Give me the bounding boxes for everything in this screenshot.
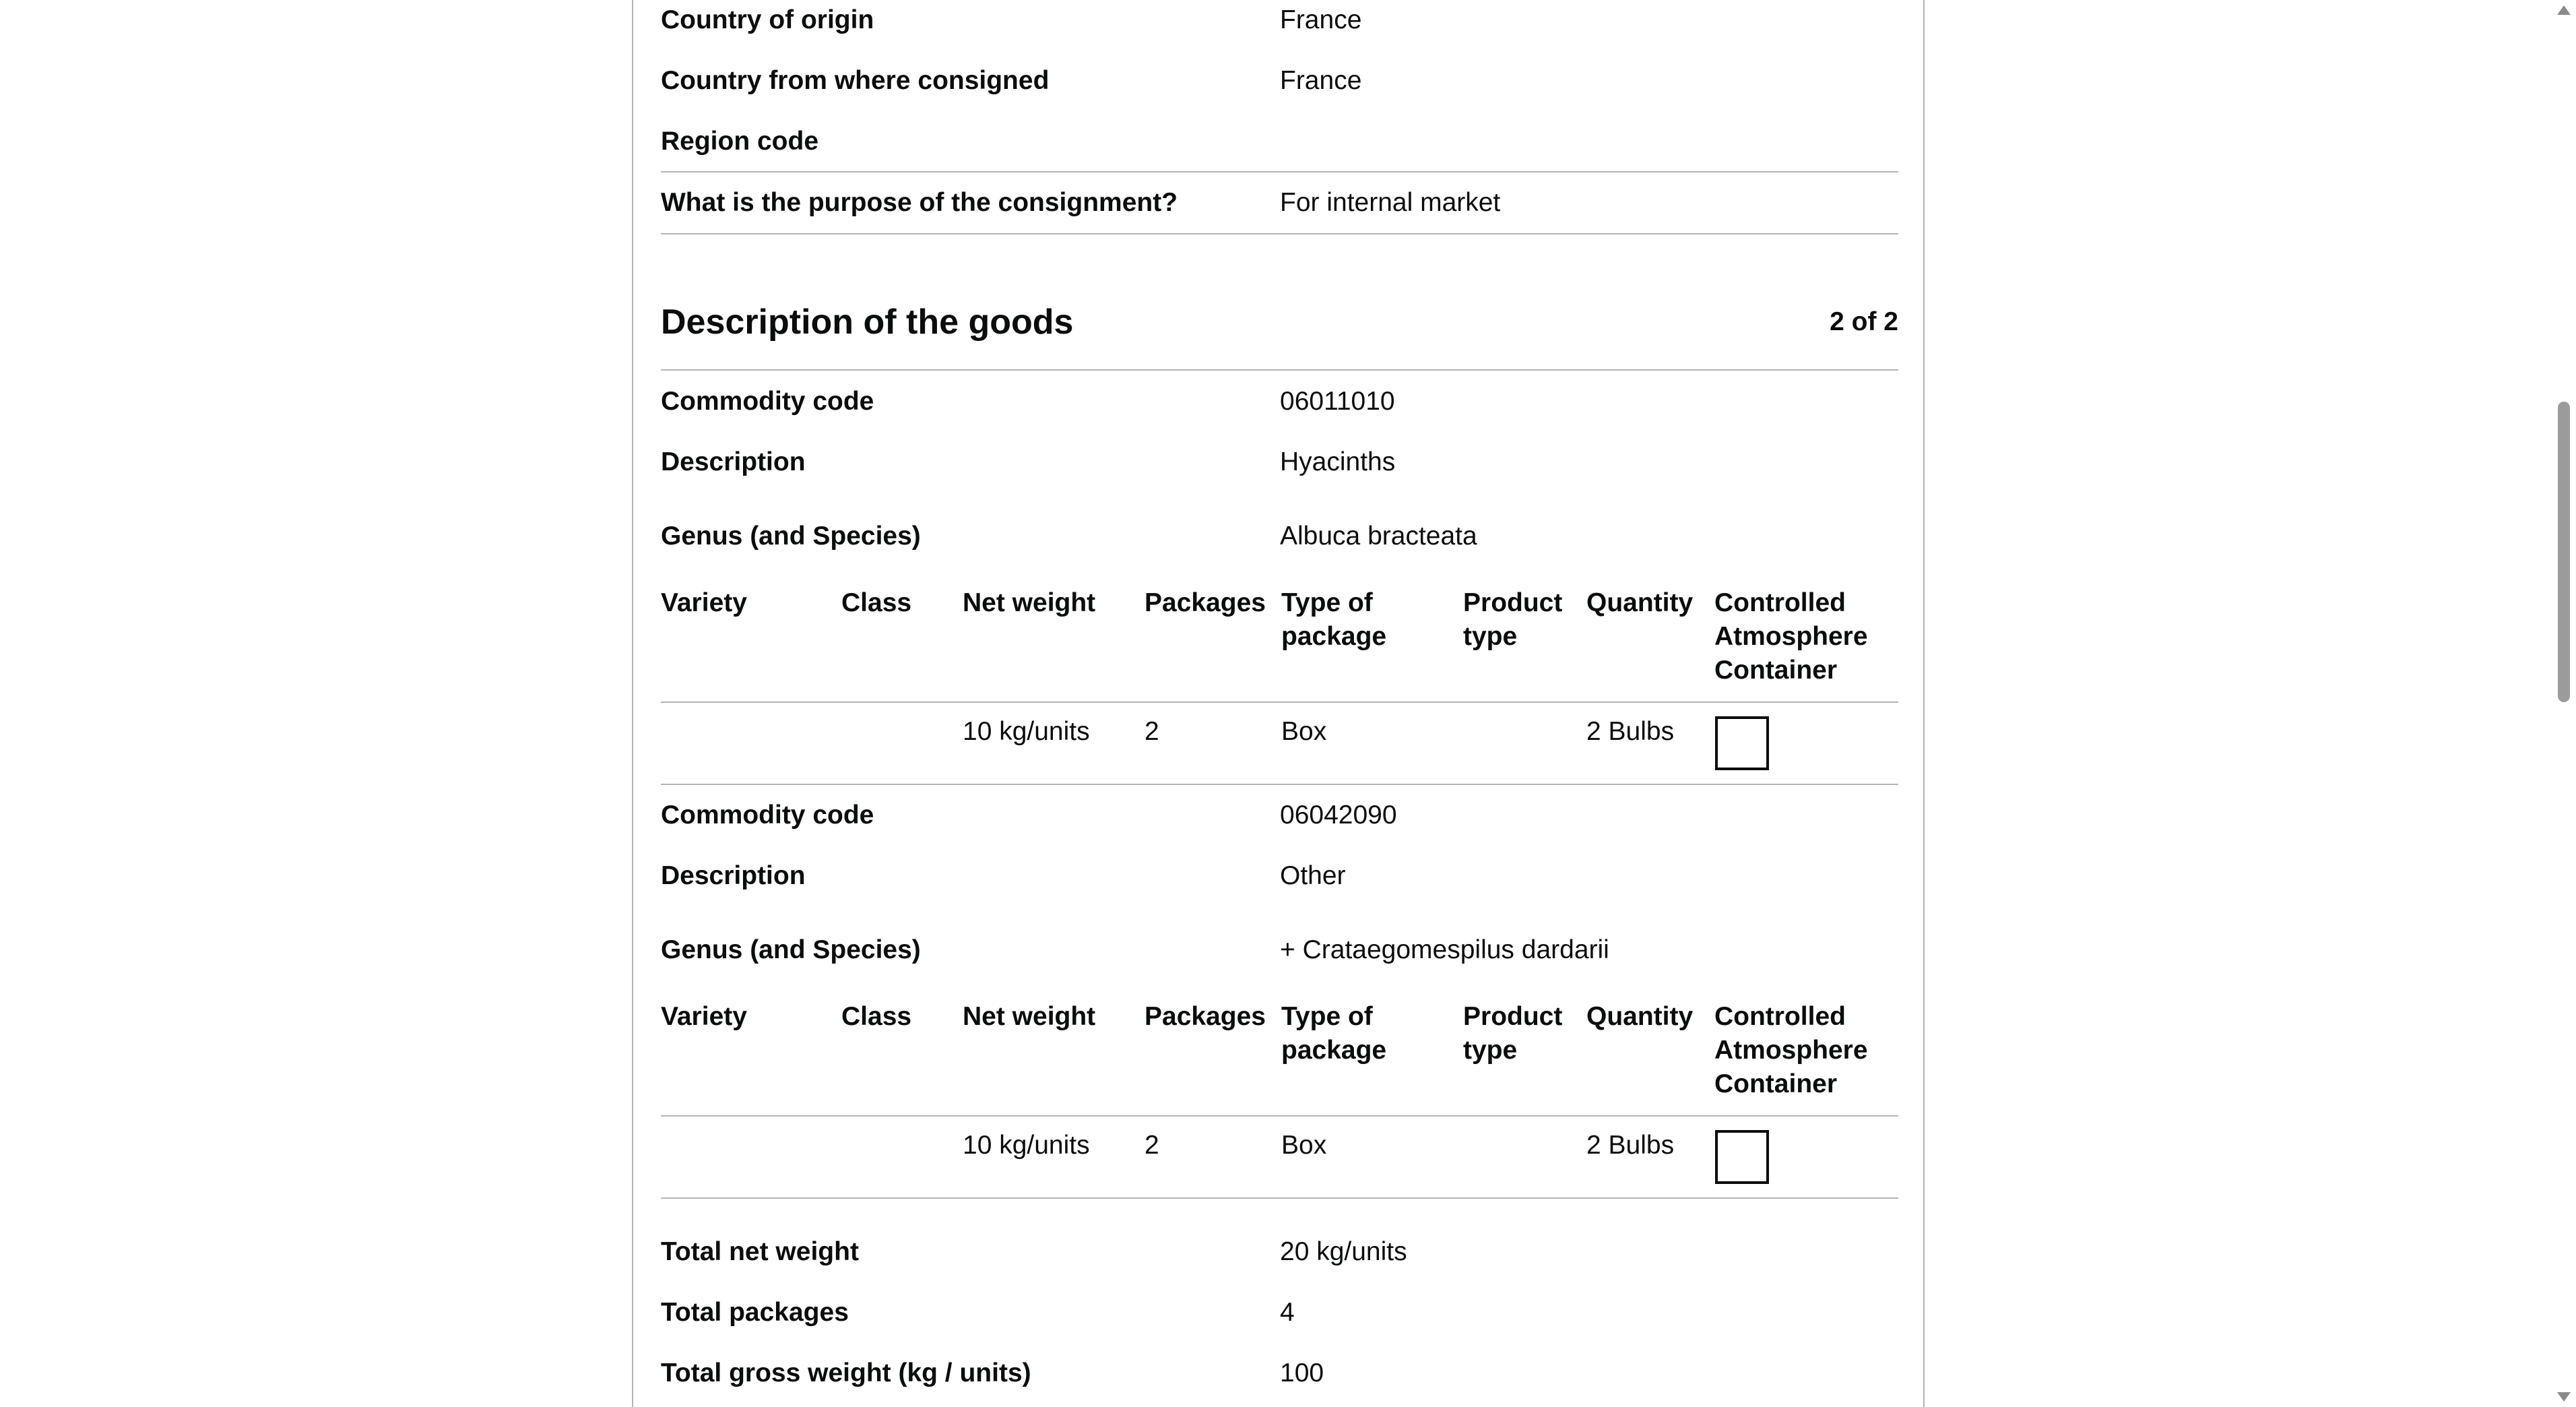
td-type-of-package: Box <box>1281 1131 1327 1160</box>
commodity-code-value: 06042090 <box>1280 801 1397 830</box>
divider <box>661 369 1898 371</box>
description-label: Description <box>661 861 806 890</box>
genus-value: Albuca bracteata <box>1280 522 1477 551</box>
th-class: Class <box>841 1002 912 1031</box>
country-of-origin-label: Country of origin <box>661 5 874 34</box>
country-of-origin-value: France <box>1280 5 1362 34</box>
td-net-weight: 10 kg/units <box>963 717 1090 746</box>
td-packages: 2 <box>1145 717 1159 746</box>
purpose-label: What is the purpose of the consignment? <box>661 188 1178 217</box>
th-net-weight: Net weight <box>963 1002 1096 1031</box>
genus-label: Genus (and Species) <box>661 522 921 551</box>
consigned-from-value: France <box>1280 66 1362 95</box>
genus-value: + Crataegomespilus dardarii <box>1280 935 1609 964</box>
scrollbar-thumb[interactable] <box>2558 402 2570 702</box>
description-value: Other <box>1280 861 1346 890</box>
td-net-weight: 10 kg/units <box>963 1131 1090 1160</box>
commodity-code-label: Commodity code <box>661 801 874 830</box>
controlled-atmosphere-checkbox[interactable] <box>1715 716 1769 770</box>
total-packages-label: Total packages <box>661 1298 849 1327</box>
th-packages: Packages <box>1145 1002 1266 1031</box>
th-quantity: Quantity <box>1586 1002 1694 1031</box>
th-controlled-atmosphere: Controlled Atmosphere Container <box>1714 588 1868 685</box>
total-net-weight-value: 20 kg/units <box>1280 1237 1407 1266</box>
divider <box>661 171 1898 173</box>
table-row: 10 kg/units 2 Box 2 Bulbs <box>661 701 1898 784</box>
th-class: Class <box>841 588 912 617</box>
th-controlled-atmosphere: Controlled Atmosphere Container <box>1714 1002 1868 1098</box>
scroll-up-arrow-icon[interactable] <box>2557 5 2571 15</box>
vertical-scrollbar[interactable] <box>2552 0 2576 1407</box>
document-panel: Country of origin France Country from wh… <box>632 0 1925 1407</box>
goods-count: 2 of 2 <box>1830 307 1898 336</box>
total-net-weight-label: Total net weight <box>661 1237 859 1266</box>
region-code-label: Region code <box>661 127 819 156</box>
description-label: Description <box>661 447 806 476</box>
controlled-atmosphere-checkbox[interactable] <box>1715 1130 1769 1184</box>
genus-label: Genus (and Species) <box>661 935 921 964</box>
divider <box>661 784 1898 785</box>
scroll-down-arrow-icon[interactable] <box>2557 1392 2571 1402</box>
goods-table-header: Variety Class Net weight Packages Type o… <box>661 586 1898 694</box>
th-variety: Variety <box>661 1002 747 1031</box>
total-gross-weight-label: Total gross weight (kg / units) <box>661 1358 1031 1387</box>
th-net-weight: Net weight <box>963 588 1096 617</box>
th-type-of-package: Type of package <box>1281 1002 1387 1065</box>
total-gross-weight-value: 100 <box>1280 1358 1324 1387</box>
goods-heading: Description of the goods <box>661 303 1074 342</box>
th-type-of-package: Type of package <box>1281 588 1387 651</box>
td-packages: 2 <box>1145 1131 1159 1160</box>
th-quantity: Quantity <box>1586 588 1694 617</box>
purpose-value: For internal market <box>1280 188 1501 217</box>
th-packages: Packages <box>1145 588 1266 617</box>
th-variety: Variety <box>661 588 747 617</box>
goods-table-header: Variety Class Net weight Packages Type o… <box>661 1000 1898 1108</box>
td-quantity: 2 Bulbs <box>1586 717 1675 746</box>
description-value: Hyacinths <box>1280 447 1396 476</box>
consigned-from-label: Country from where consigned <box>661 66 1050 95</box>
th-product-type: Product type <box>1463 1002 1563 1065</box>
total-packages-value: 4 <box>1280 1298 1295 1327</box>
th-product-type: Product type <box>1463 588 1563 651</box>
divider <box>661 233 1898 234</box>
commodity-code-label: Commodity code <box>661 387 874 416</box>
commodity-code-value: 06011010 <box>1280 387 1395 416</box>
td-quantity: 2 Bulbs <box>1586 1131 1675 1160</box>
table-row: 10 kg/units 2 Box 2 Bulbs <box>661 1115 1898 1197</box>
td-type-of-package: Box <box>1281 717 1327 746</box>
goods-section-header: Description of the goods 2 of 2 <box>661 302 1898 342</box>
divider <box>661 1197 1898 1199</box>
